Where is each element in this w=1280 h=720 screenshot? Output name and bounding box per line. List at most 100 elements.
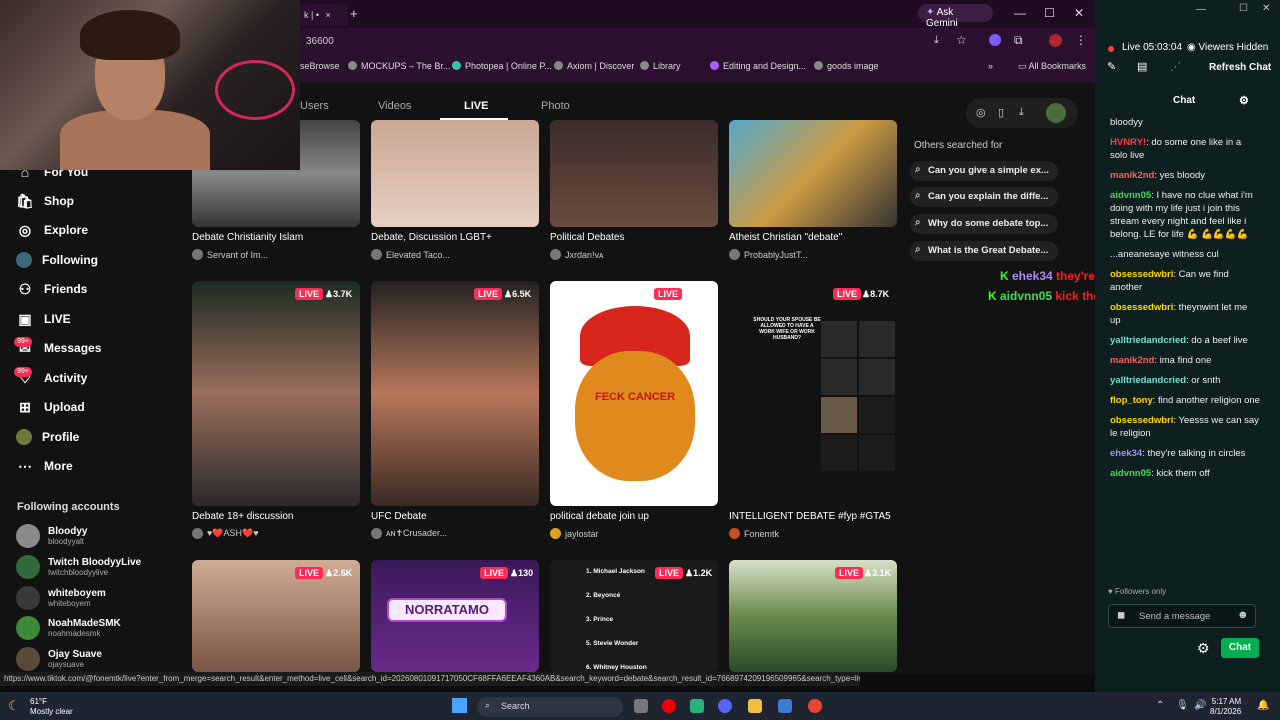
nav-following[interactable]: Following [16, 250, 98, 270]
live-thumbnail[interactable] [371, 281, 539, 506]
live-host[interactable]: Jxrdan!ᴠᴀ [550, 249, 603, 260]
task-view-icon[interactable] [634, 699, 648, 713]
following-account[interactable]: whiteboyem whiteboyem [16, 584, 106, 612]
nav-more[interactable]: ⋯ More [16, 456, 73, 476]
tab-users[interactable]: Users [300, 100, 329, 112]
live-title[interactable]: UFC Debate [371, 511, 427, 522]
live-title[interactable]: Debate 18+ discussion [192, 511, 293, 522]
all-bookmarks-folder[interactable]: ▭ All Bookmarks [1018, 61, 1086, 72]
following-account[interactable]: Bloodyy bloodyyalt [16, 522, 87, 550]
panel-minimize-icon[interactable]: — [1196, 4, 1206, 15]
youtube-icon[interactable] [662, 699, 676, 713]
live-thumbnail[interactable]: FECK CANCER [550, 281, 718, 506]
tab-live[interactable]: LIVE [464, 100, 488, 112]
edit-icon[interactable]: ✎ [1107, 60, 1116, 73]
maximize-icon[interactable]: ☐ [1044, 6, 1055, 20]
taskbar-search[interactable]: ⌕ Search [477, 697, 623, 717]
taskbar-clock[interactable]: 5:17 AM 8/1/2026 [1210, 697, 1241, 717]
minimize-icon[interactable]: — [1014, 6, 1026, 20]
live-host[interactable]: jaylostar [550, 528, 599, 539]
following-account[interactable]: Ojay Suave ojaysuave [16, 645, 102, 673]
panel-maximize-icon[interactable]: ☐ [1239, 3, 1248, 14]
bookmark-item[interactable]: Library [640, 61, 681, 71]
chat-send-button[interactable]: Chat [1221, 638, 1259, 658]
nav-upload[interactable]: ⊞ Upload [16, 397, 85, 417]
bookmark-item[interactable]: Axiom | Discover [554, 61, 634, 71]
search-suggestion[interactable]: ⌕ What is the Great Debate... [910, 241, 1058, 261]
address-bar[interactable]: 36600 [300, 32, 980, 52]
live-host[interactable]: ♥❤️ASH❤️♥ [192, 528, 259, 539]
live-thumbnail[interactable] [192, 281, 360, 506]
nav-explore[interactable]: ◎ Explore [16, 220, 88, 240]
live-title[interactable]: Political Debates [550, 232, 624, 243]
live-thumbnail[interactable] [550, 120, 718, 227]
coins-icon[interactable]: ◎ [976, 106, 986, 119]
search-suggestion[interactable]: ⌕ Can you explain the diffe... [910, 187, 1058, 207]
extensions-puzzle-icon[interactable]: ⧉ [1014, 33, 1023, 48]
tab-close-icon[interactable]: × [326, 10, 331, 20]
nav-live[interactable]: ▣ LIVE [16, 309, 70, 329]
bookmark-star-icon[interactable]: ☆ [956, 33, 967, 47]
following-account[interactable]: Twitch BloodyyLive twitchbloodyylive [16, 553, 141, 581]
panel-close-icon[interactable]: ✕ [1262, 3, 1270, 14]
bookmark-item[interactable]: Photopea | Online P... [452, 61, 552, 71]
weather-icon[interactable]: ☾ [8, 698, 20, 714]
chrome-icon[interactable] [808, 699, 822, 713]
live-host[interactable]: Fonemtk [729, 528, 779, 539]
live-title[interactable]: Atheist Christian "debate" [729, 232, 842, 243]
speaker-icon[interactable]: 🔊 [1194, 700, 1206, 711]
phone-icon[interactable]: ▯ [998, 106, 1004, 119]
bookmark-item[interactable]: MOCKUPS – The Br... [348, 61, 450, 71]
live-host[interactable]: ᴀɴ✝Crusader... [371, 528, 447, 539]
new-tab-button[interactable]: + [350, 6, 358, 21]
install-app-icon[interactable]: ⤓ [934, 34, 939, 47]
bookmark-item[interactable]: seBrowse [300, 61, 340, 71]
chevron-up-icon[interactable]: ⌃ [1156, 700, 1164, 711]
live-title[interactable]: Debate Christianity Islam [192, 232, 303, 243]
close-window-icon[interactable]: ✕ [1074, 6, 1084, 20]
live-title[interactable]: INTELLIGENT DEBATE #fyp #GTA5 [729, 511, 891, 522]
chat-message-input[interactable]: Send a message [1108, 604, 1256, 628]
bookmark-item[interactable]: Editing and Design... [710, 61, 806, 71]
live-title[interactable]: political debate join up [550, 511, 649, 522]
live-host[interactable]: ProbablyJustT... [729, 249, 808, 260]
chat-badge-icon[interactable]: ◼ [1117, 610, 1125, 621]
following-account[interactable]: NoahMadeSMK noahmadesmk [16, 614, 121, 642]
ask-gemini-button[interactable]: ✦ Ask Gemini [918, 4, 993, 29]
live-thumbnail[interactable] [371, 120, 539, 227]
more-bookmarks-icon[interactable]: » [988, 61, 993, 71]
live-thumbnail[interactable]: SHOULD YOUR SPOUSE BE ALLOWED TO HAVE A … [729, 281, 897, 506]
emoji-icon[interactable]: ☻ [1237, 609, 1249, 621]
browser-tab[interactable]: k | • × [300, 4, 348, 26]
profile-avatar-icon[interactable] [1049, 34, 1062, 47]
app-icon[interactable] [690, 699, 704, 713]
browser-menu-icon[interactable]: ⋮ [1075, 33, 1087, 47]
file-explorer-icon[interactable] [748, 699, 762, 713]
store-icon[interactable] [778, 699, 792, 713]
nav-profile[interactable]: Profile [16, 427, 79, 447]
discord-icon[interactable] [718, 699, 732, 713]
weather-widget[interactable]: 61°F Mostly clear [30, 697, 73, 717]
download-icon[interactable]: ⤓ [1019, 106, 1024, 119]
search-suggestion[interactable]: ⌕ Can you give a simple ex... [910, 161, 1058, 181]
mic-icon[interactable]: 🎙 [1176, 700, 1189, 711]
user-avatar[interactable] [1046, 103, 1066, 123]
bookmark-item[interactable]: goods image [814, 61, 879, 71]
chat-settings-gear-icon[interactable]: ⚙ [1197, 640, 1210, 657]
nav-shop[interactable]: 🛍 Shop [16, 191, 74, 211]
tab-videos[interactable]: Videos [378, 100, 411, 112]
layers-icon[interactable]: ▤ [1137, 60, 1147, 73]
live-host[interactable]: Servant of Im... [192, 249, 268, 260]
share-icon[interactable]: ⋰ [1170, 60, 1181, 73]
live-thumbnail[interactable] [729, 120, 897, 227]
live-host[interactable]: Elevated Taco... [371, 249, 450, 260]
live-title[interactable]: Debate, Discussion LGBT+ [371, 232, 492, 243]
tab-photo[interactable]: Photo [541, 100, 570, 112]
refresh-chat-button[interactable]: Refresh Chat [1209, 62, 1271, 73]
search-suggestion[interactable]: ⌕ Why do some debate top... [910, 214, 1058, 234]
nav-friends[interactable]: ⚇ Friends [16, 279, 88, 299]
windows-start-icon[interactable] [452, 698, 467, 713]
user-settings-icon[interactable]: ⚙ [1239, 94, 1249, 107]
extension-icon[interactable] [989, 34, 1001, 46]
notification-bell-icon[interactable]: 🔔 [1257, 700, 1269, 711]
